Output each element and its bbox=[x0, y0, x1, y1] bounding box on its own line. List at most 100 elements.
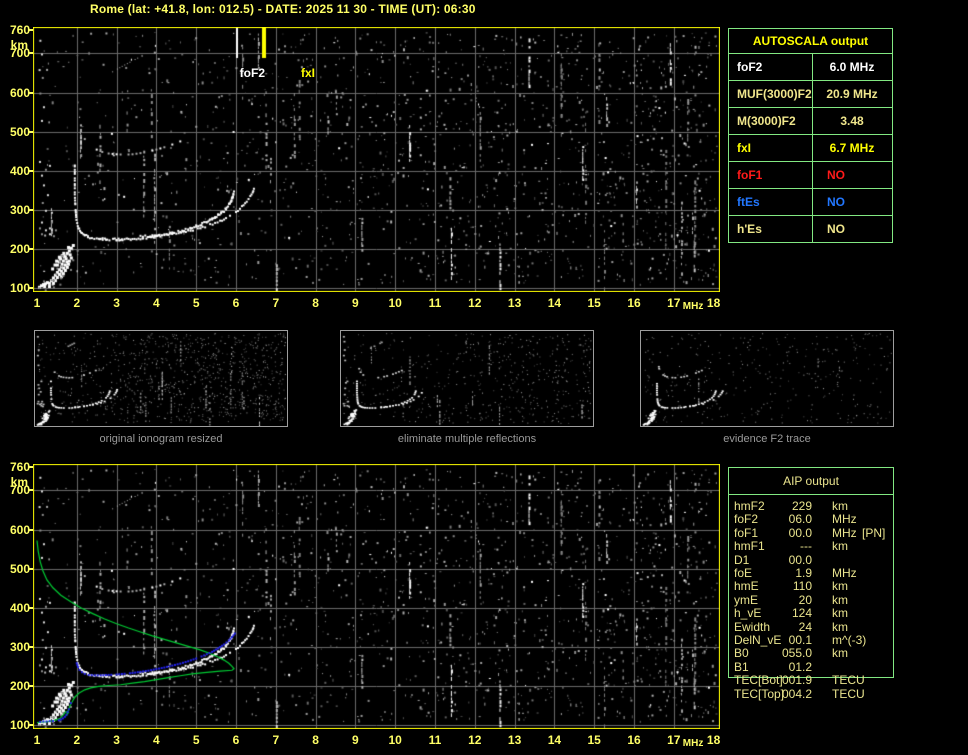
aip-row-fof2: foF2 06.0 MHz bbox=[728, 513, 928, 526]
aip-value: 124 bbox=[791, 606, 812, 621]
parameter-value: NO bbox=[812, 216, 891, 242]
autoscala-row-fof1: foF1 NO bbox=[729, 161, 892, 188]
page-title: Rome (lat: +41.8, lon: 012.5) - DATE: 20… bbox=[90, 2, 476, 16]
autoscala-table-header: AUTOSCALA output bbox=[752, 34, 869, 48]
autoscala-row-ftes: ftEs NO bbox=[729, 188, 892, 215]
aip-unit: TECU bbox=[832, 686, 865, 701]
x-tick-label: 12 bbox=[468, 296, 482, 310]
y-tick-label: 400 bbox=[9, 600, 30, 615]
parameter-value: 6.0 MHz bbox=[812, 54, 891, 80]
aip-value: 110 bbox=[792, 579, 812, 594]
y-tick-label: 300 bbox=[9, 202, 30, 217]
x-tick-label: 8 bbox=[312, 733, 319, 747]
aip-row-tec-bot-: TEC[Bot] 001.9 TECU bbox=[728, 674, 928, 687]
aip-row-fof1: foF1 00.0 MHz [PN] bbox=[728, 525, 928, 540]
aip-row-ewidth: Ewidth 24 km bbox=[728, 619, 928, 634]
aip-label: B1 bbox=[734, 659, 749, 674]
aip-value: 24 bbox=[798, 619, 812, 634]
y-axis-tick bbox=[29, 466, 33, 468]
thumbnail-caption: evidence F2 trace bbox=[723, 433, 811, 445]
aip-label: foF2 bbox=[734, 512, 759, 527]
y-axis-tick bbox=[29, 645, 33, 648]
aip-unit: km bbox=[832, 606, 848, 621]
x-axis-unit-label: MHz bbox=[682, 738, 704, 749]
aip-unit: TECU bbox=[832, 673, 865, 688]
y-axis-tick bbox=[29, 606, 33, 609]
autoscala-row-fof2: foF2 6.0 MHz bbox=[729, 53, 892, 80]
aip-row-yme: ymE 20 km bbox=[728, 592, 928, 607]
y-axis-tick bbox=[29, 247, 33, 250]
parameter-value: 20.9 MHz bbox=[812, 81, 891, 107]
parameter-value: NO bbox=[812, 162, 891, 188]
y-axis-tick bbox=[29, 528, 33, 531]
x-tick-label: 14 bbox=[547, 733, 562, 747]
x-tick-label: 11 bbox=[428, 733, 442, 747]
aip-value: 20 bbox=[798, 592, 812, 607]
aip-row-h-ve: h_vE 124 km bbox=[728, 607, 928, 620]
aip-unit: km bbox=[832, 499, 848, 513]
y-axis-tick bbox=[29, 208, 33, 211]
y-axis-tick bbox=[29, 29, 33, 31]
y-axis-tick bbox=[29, 723, 33, 726]
y-tick-label: 400 bbox=[9, 163, 30, 178]
x-tick-label: 18 bbox=[706, 296, 721, 310]
parameter-value: 6.7 MHz bbox=[812, 135, 891, 161]
aip-label: foF1 bbox=[734, 525, 759, 540]
y-tick-label: 600 bbox=[9, 85, 30, 100]
parameter-value: 3.48 bbox=[812, 108, 891, 134]
aip-header-divider bbox=[729, 494, 893, 495]
y-tick-label: 200 bbox=[9, 241, 30, 256]
x-tick-label: 4 bbox=[153, 296, 160, 310]
aip-label: foE bbox=[734, 566, 753, 580]
y-tick-label: 760 bbox=[9, 460, 30, 474]
autoscala-row-h'es: h'Es NO bbox=[729, 215, 892, 242]
x-tick-label: 4 bbox=[153, 733, 160, 747]
x-tick-label: 3 bbox=[113, 296, 120, 310]
aip-row-foe: foE 1.9 MHz bbox=[728, 567, 928, 580]
y-tick-label: 500 bbox=[9, 561, 30, 576]
aip-value: 229 bbox=[791, 499, 812, 513]
aip-label: D1 bbox=[734, 552, 750, 567]
aip-table-header: AIP output bbox=[783, 474, 839, 488]
thumbnail-eliminate-reflections bbox=[340, 330, 594, 427]
x-tick-label: 2 bbox=[73, 733, 81, 747]
aip-value: 00.1 bbox=[788, 633, 812, 647]
x-tick-label: 2 bbox=[73, 296, 81, 310]
fxi-marker-label: fxI bbox=[301, 66, 316, 80]
x-tick-label: 9 bbox=[352, 296, 359, 310]
y-tick-label: 200 bbox=[9, 678, 30, 693]
aip-label: B0 bbox=[734, 646, 749, 661]
y-axis-tick bbox=[29, 684, 33, 687]
y-axis-tick bbox=[29, 52, 33, 55]
x-tick-label: 17 bbox=[667, 733, 681, 747]
aip-unit: km bbox=[832, 646, 848, 661]
x-axis-unit-label: MHz bbox=[682, 301, 704, 312]
aip-value: 055.0 bbox=[781, 646, 812, 661]
x-tick-label: 3 bbox=[113, 733, 120, 747]
x-tick-label: 14 bbox=[547, 296, 562, 310]
autoscala-row-muf(3000)f2: MUF(3000)F2 20.9 MHz bbox=[729, 80, 892, 107]
aip-unit: km bbox=[832, 579, 848, 594]
y-tick-label: 300 bbox=[9, 639, 30, 654]
x-tick-label: 10 bbox=[388, 733, 402, 747]
x-tick-label: 11 bbox=[428, 296, 442, 310]
y-tick-label: 600 bbox=[9, 522, 30, 537]
y-axis-tick bbox=[29, 286, 33, 289]
aip-row-hme: hmE 110 km bbox=[728, 580, 928, 593]
x-tick-label: 1 bbox=[33, 733, 41, 747]
aip-row-hmf1: hmF1 --- km bbox=[728, 540, 928, 553]
y-axis-tick bbox=[29, 567, 33, 570]
x-tick-label: 5 bbox=[192, 296, 200, 310]
parameter-label: foF1 bbox=[737, 168, 763, 182]
aip-value: 06.0 bbox=[788, 512, 812, 527]
x-tick-label: 1 bbox=[33, 296, 41, 310]
parameter-label: MUF(3000)F2 bbox=[737, 87, 812, 101]
y-tick-label: 760 bbox=[9, 23, 30, 37]
x-tick-label: 13 bbox=[507, 733, 522, 747]
x-tick-label: 16 bbox=[627, 733, 641, 747]
x-tick-label: 6 bbox=[232, 733, 240, 747]
aip-value: 00.0 bbox=[788, 525, 812, 540]
x-tick-label: 7 bbox=[272, 296, 280, 310]
aip-row-deln-ve: DelN_vE 00.1 m^(-3) bbox=[728, 634, 928, 647]
y-axis-unit-label: km bbox=[10, 38, 28, 52]
